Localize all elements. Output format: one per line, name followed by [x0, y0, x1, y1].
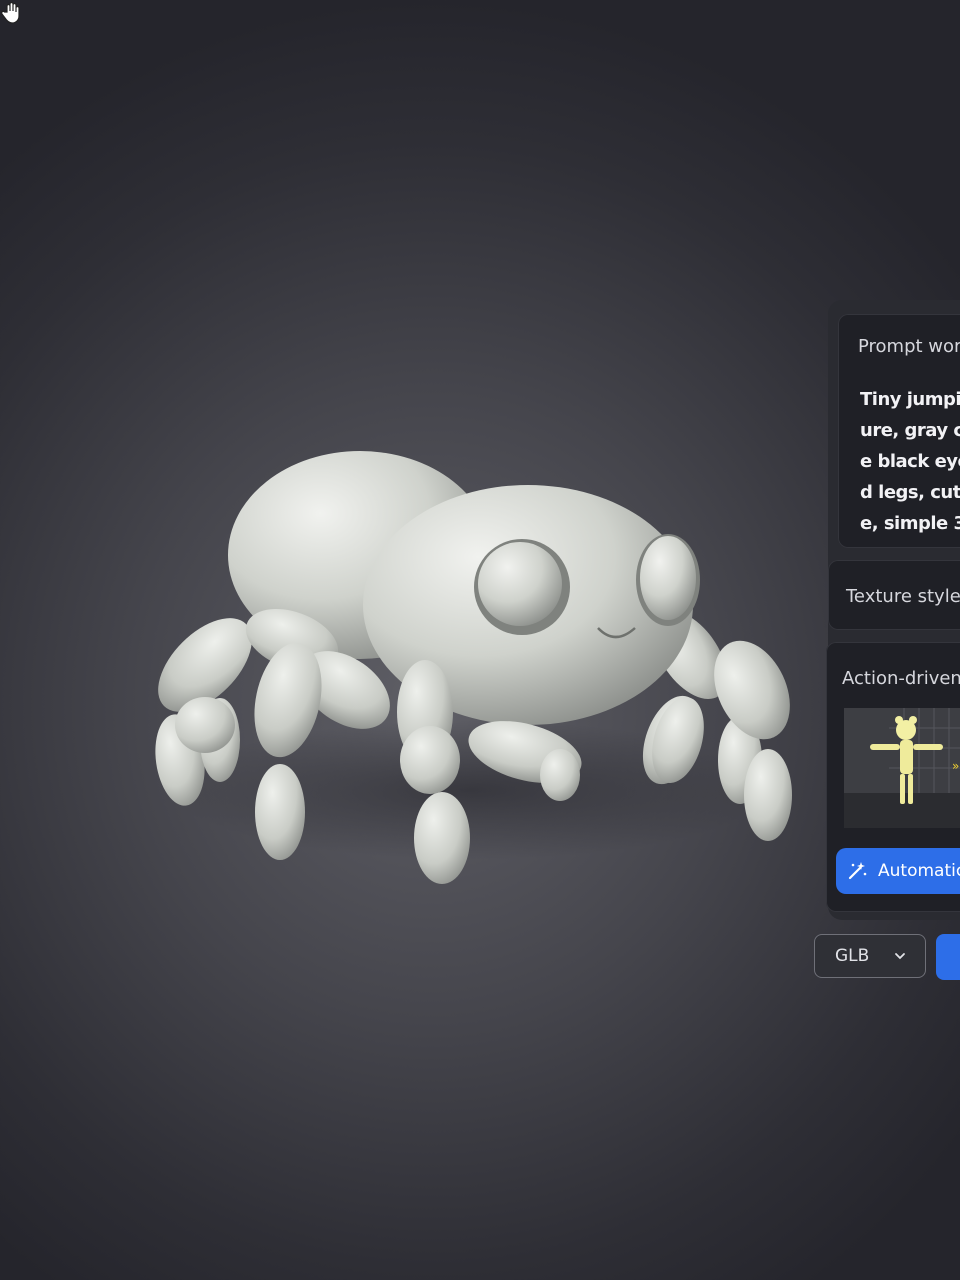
prompt-line: d legs, cute c [860, 482, 960, 503]
hand-cursor-icon [1, 1, 20, 24]
3d-viewport[interactable] [0, 0, 960, 1280]
prompt-text[interactable]: Tiny jumpin ure, gray chu e black eyes, … [860, 384, 960, 539]
prompt-line: ure, gray chu [860, 420, 960, 441]
spider-model[interactable] [0, 0, 960, 1280]
prompt-card[interactable]: Prompt wor Tiny jumpin ure, gray chu e b… [838, 314, 960, 548]
character-preview-image: » [844, 708, 960, 828]
action-preview-thumbnail[interactable]: » [844, 708, 960, 828]
chevron-down-icon [895, 953, 905, 960]
download-button[interactable] [936, 934, 960, 980]
texture-style-title: Texture style [846, 586, 960, 607]
prompt-line: Tiny jumpin [860, 389, 960, 410]
prompt-title: Prompt wor [858, 336, 960, 357]
texture-style-card[interactable]: Texture style [828, 560, 960, 630]
automatic-button[interactable]: Automatic [836, 848, 960, 894]
svg-text:»: » [952, 759, 959, 773]
export-format-select[interactable]: GLB [814, 934, 926, 978]
automatic-button-label: Automatic [878, 861, 960, 881]
prompt-line: e, simple 3D [860, 513, 960, 534]
export-format-value: GLB [835, 946, 870, 966]
action-title: Action-driven [842, 668, 960, 689]
magic-wand-icon [848, 862, 867, 880]
prompt-line: e black eyes, [860, 451, 960, 472]
